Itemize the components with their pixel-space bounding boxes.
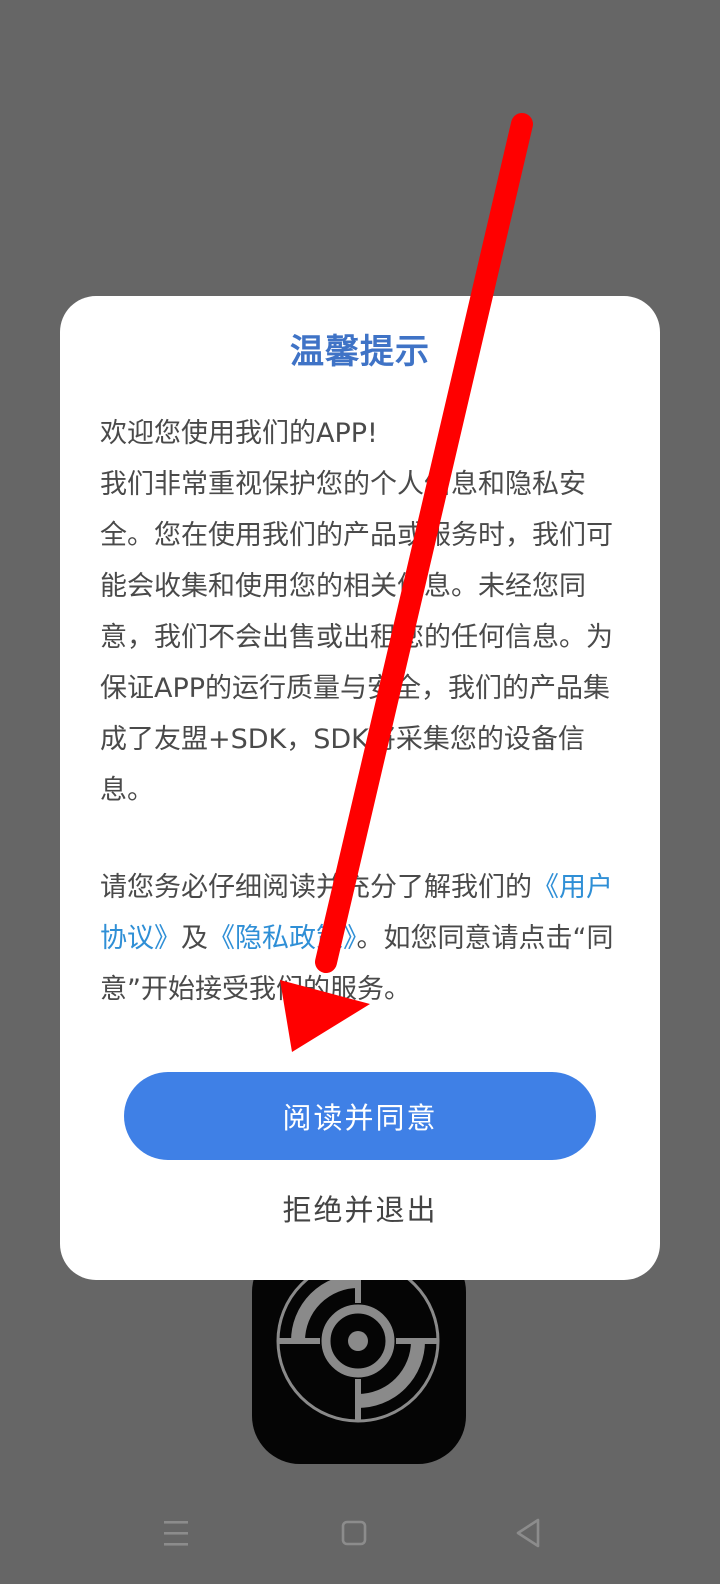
conjunction-text: 及 bbox=[181, 923, 208, 954]
privacy-policy-link[interactable]: 《隐私政策》 bbox=[208, 923, 357, 954]
dialog-body: 欢迎您使用我们的APP! 我们非常重视保护您的个人信息和隐私安全。您在使用我们的… bbox=[100, 408, 620, 1015]
back-triangle-icon bbox=[516, 1518, 540, 1548]
nav-menu-button[interactable] bbox=[146, 1504, 206, 1564]
decline-button[interactable]: 拒绝并退出 bbox=[210, 1176, 510, 1240]
notice-paragraph: 请您务必仔细阅读并充分了解我们的《用户协议》及《隐私政策》。如您同意请点击“同意… bbox=[100, 862, 620, 1015]
agree-button[interactable]: 阅读并同意 bbox=[124, 1072, 596, 1160]
screen: 温馨提示 欢迎您使用我们的APP! 我们非常重视保护您的个人信息和隐私安全。您在… bbox=[0, 0, 720, 1584]
intro-paragraph: 欢迎您使用我们的APP! 我们非常重视保护您的个人信息和隐私安全。您在使用我们的… bbox=[100, 408, 620, 816]
menu-icon bbox=[164, 1521, 188, 1546]
notice-prefix: 请您务必仔细阅读并充分了解我们的 bbox=[100, 872, 532, 903]
privacy-dialog: 温馨提示 欢迎您使用我们的APP! 我们非常重视保护您的个人信息和隐私安全。您在… bbox=[60, 296, 660, 1280]
nav-back-button[interactable] bbox=[500, 1504, 560, 1564]
navigation-bar bbox=[0, 1488, 720, 1584]
nav-home-button[interactable] bbox=[324, 1504, 384, 1564]
intro-line: 欢迎您使用我们的APP! bbox=[100, 418, 378, 449]
body-text: 我们非常重视保护您的个人信息和隐私安全。您在使用我们的产品或服务时，我们可能会收… bbox=[100, 469, 613, 806]
home-square-icon bbox=[341, 1520, 367, 1546]
dialog-title: 温馨提示 bbox=[290, 332, 430, 372]
